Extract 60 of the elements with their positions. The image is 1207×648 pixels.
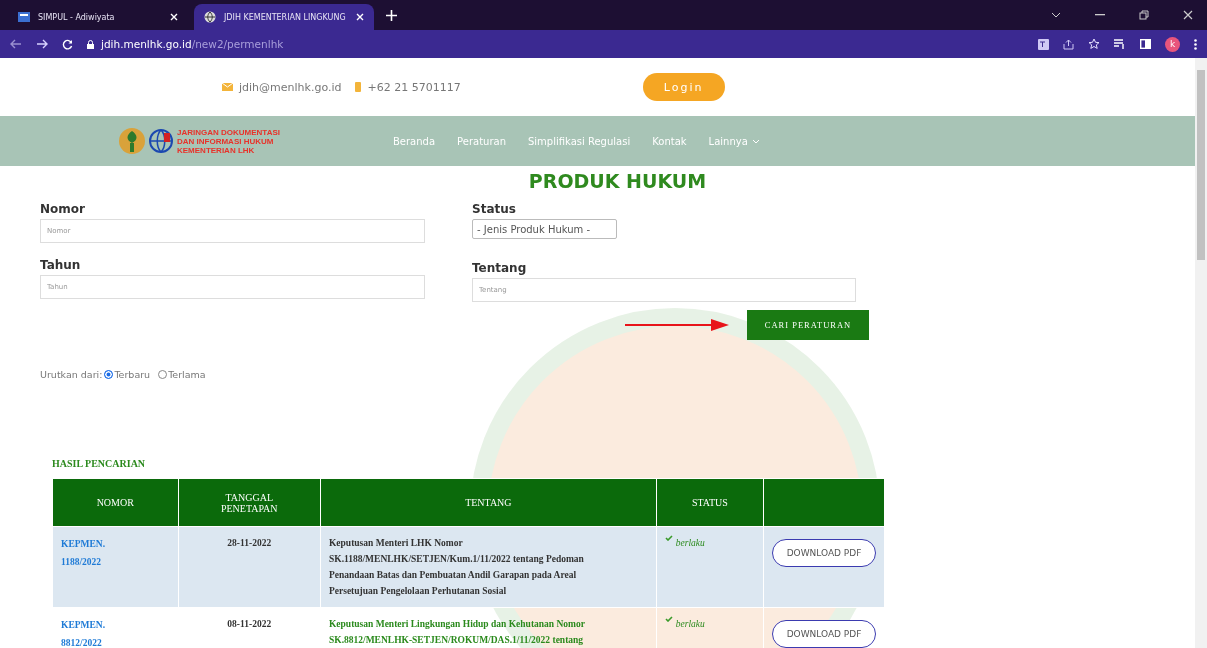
restore-icon[interactable] [1139,10,1149,20]
column-header: TENTANG [320,478,657,527]
tab-title: JDIH KEMENTERIAN LINGKUNG [224,12,347,22]
lock-icon [87,39,94,49]
download-pdf-button[interactable]: DOWNLOAD PDF [772,620,876,648]
column-header: STATUS [656,478,764,527]
sort-label: Urutkan dari: [40,369,103,380]
chevron-down-icon[interactable] [1051,12,1061,18]
translate-icon[interactable] [1038,38,1049,50]
field-label: Nomor [40,202,86,216]
column-header: NOMOR [52,478,179,527]
logo-text: JARINGAN DOKUMENTASI [177,127,280,137]
download-pdf-button[interactable]: DOWNLOAD PDF [772,539,876,567]
share-icon[interactable] [1063,38,1074,50]
email-text: jdih@menlhk.go.id [239,80,342,94]
globe-icon [204,11,216,23]
side-panel-icon[interactable] [1140,39,1151,49]
forward-icon[interactable] [36,39,48,49]
profile-avatar[interactable]: k [1165,36,1180,52]
description-text: Keputusan Menteri LHK Nomor SK.1188/MENLHK/SETJEN/Kum.1/11/2022 tentang Pedoman Penandaan Batas dan Pembuatan Andil Garapan pada Areal Persetujuan Pengelolaan Perhutanan Sosial [328,538,584,596]
sort-radio-option[interactable]: Terbaru [104,369,151,380]
status-text: berlaku [675,618,705,631]
phone-text: +62 21 5701117 [367,80,461,94]
search-button[interactable]: CARI PERATURAN [747,310,869,340]
globe-logo-icon [149,128,173,154]
status-text: berlaku [675,537,705,550]
url-field[interactable]: jdih.menlhk.go.id/new2/permenlhk [87,33,1024,55]
date-text: 28-11-2022 [227,538,272,548]
page-title: PRODUK HUKUM [527,170,708,192]
phone-icon [355,82,362,92]
logo-text: DAN INFORMASI HUKUM [177,136,275,146]
page-icon [18,12,30,22]
results-heading: HASIL PENCARIAN [52,458,147,469]
ministry-emblem-icon [117,127,147,155]
scrollbar-thumb[interactable] [1197,70,1205,260]
envelope-icon [222,83,233,91]
more-icon[interactable] [1194,38,1197,50]
caret-icon [751,138,760,144]
status-dropdown[interactable]: - Jenis Produk Hukum - [472,219,617,239]
sort-radio-option[interactable]: Terlama [158,369,206,380]
field-label: Tahun [40,258,82,272]
browser-tab[interactable]: SIMPUL - Adiwiyata [8,4,188,30]
tab-title: SIMPUL - Adiwiyata [38,12,116,22]
date-text: 08-11-2022 [227,619,272,629]
check-icon [664,616,673,622]
logo-text: KEMENTERIAN LHK [177,145,256,155]
field-label: Tentang [472,261,528,275]
minimize-icon[interactable] [1095,14,1105,16]
playlist-icon[interactable] [1114,39,1126,49]
scrollbar[interactable] [1195,58,1207,648]
field-label: Status [472,202,517,216]
column-header: TANGGAL PENETAPAN [178,478,321,527]
back-icon[interactable] [10,39,22,49]
close-icon[interactable] [1183,10,1193,20]
new-tab-icon[interactable] [386,9,397,21]
description-text: Keputusan Menteri Lingkungan Hidup dan Kehutanan Nomor SK.8812/MENLHK-SETJEN/ROKUM/DAS.1/11/2022 tentang [328,619,585,645]
reload-icon[interactable] [62,38,73,50]
browser-tab[interactable]: JDIH KEMENTERIAN LINGKUNG [194,4,374,30]
star-icon[interactable] [1088,38,1100,50]
check-icon [664,535,673,541]
